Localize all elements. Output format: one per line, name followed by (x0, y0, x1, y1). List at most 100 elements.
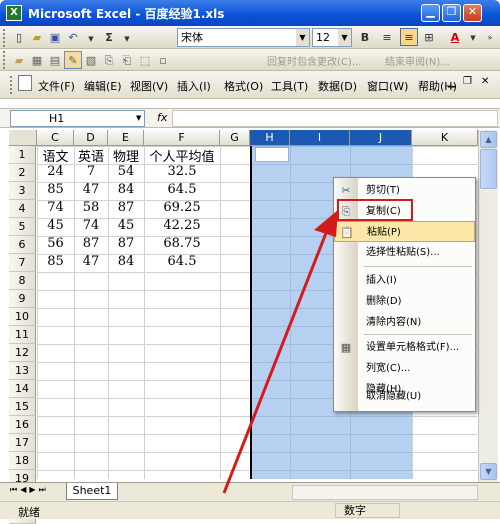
review-icon[interactable]: ✎ (64, 51, 82, 69)
row-header[interactable]: 7 (9, 254, 36, 272)
table-cell[interactable]: 87 (74, 236, 108, 254)
table-cell[interactable]: 个人平均值 (144, 146, 220, 165)
formula-input[interactable] (172, 110, 498, 127)
table-cell[interactable]: 58 (74, 200, 108, 218)
menu-data[interactable]: 数据(D) (318, 78, 357, 94)
chevron-down-icon[interactable]: ▼ (296, 29, 309, 46)
row-header[interactable]: 6 (9, 236, 36, 254)
context-delete[interactable]: 删除(D) (334, 291, 475, 312)
context-paste-special[interactable]: 选择性粘贴(S)... (334, 242, 475, 263)
new-document-icon[interactable]: ▯ (10, 29, 28, 47)
row-header[interactable]: 4 (9, 200, 36, 218)
menu-grip[interactable] (10, 76, 14, 94)
context-clear-contents[interactable]: 清除内容(N) (334, 312, 475, 333)
select-all-corner[interactable] (9, 130, 37, 146)
align-left-icon[interactable]: ≡ (378, 29, 396, 47)
row-header[interactable]: 17 (9, 434, 36, 452)
table-cell[interactable]: 85 (37, 254, 74, 272)
row-header[interactable]: 9 (9, 290, 36, 308)
row-header[interactable]: 12 (9, 344, 36, 362)
workbook-icon[interactable] (18, 75, 32, 91)
table-cell[interactable]: 68.75 (144, 236, 220, 254)
end-review-button[interactable]: 结束审阅(N)... (385, 53, 450, 68)
toolbar-grip[interactable] (3, 51, 7, 69)
column-header-d[interactable]: D (74, 130, 108, 146)
table-cell[interactable]: 7 (74, 164, 108, 182)
active-cell-h1[interactable] (255, 147, 289, 162)
row-header[interactable]: 8 (9, 272, 36, 290)
save-icon[interactable]: ▣ (46, 29, 64, 47)
review-icon[interactable]: ▤ (46, 52, 64, 70)
table-cell[interactable]: 84 (108, 254, 144, 272)
table-cell[interactable]: 64.5 (144, 182, 220, 200)
row-header[interactable]: 18 (9, 452, 36, 470)
table-cell[interactable]: 85 (37, 182, 74, 200)
table-cell[interactable]: 47 (74, 182, 108, 200)
restore-button[interactable]: ❐ (442, 4, 461, 22)
chevron-down-icon[interactable]: ▼ (338, 29, 351, 46)
scroll-down-arrow-icon[interactable]: ▼ (480, 463, 497, 480)
table-cell[interactable]: 物理 (108, 146, 144, 165)
workbook-minimize-icon[interactable]: ▁ (448, 77, 456, 88)
menu-window[interactable]: 窗口(W) (367, 78, 408, 94)
autosum-icon[interactable]: Σ (100, 29, 118, 47)
sheet-tab-sheet1[interactable]: Sheet1 (66, 483, 118, 500)
dropdown-arrow-icon[interactable]: ▼ (82, 30, 100, 48)
table-cell[interactable]: 74 (74, 218, 108, 236)
table-cell[interactable]: 24 (37, 164, 74, 182)
row-header[interactable]: 2 (9, 164, 36, 182)
menu-edit[interactable]: 编辑(E) (84, 78, 122, 94)
table-cell[interactable]: 64.5 (144, 254, 220, 272)
table-cell[interactable]: 87 (108, 236, 144, 254)
excel-app-icon[interactable]: X (6, 5, 22, 21)
table-cell[interactable]: 47 (74, 254, 108, 272)
table-cell[interactable]: 32.5 (144, 164, 220, 182)
table-cell[interactable]: 56 (37, 236, 74, 254)
table-cell[interactable]: 语文 (37, 146, 74, 165)
toolbar-options-icon[interactable]: » (481, 29, 499, 47)
column-header-j[interactable]: J (350, 130, 412, 146)
row-header[interactable]: 3 (9, 182, 36, 200)
review-icon[interactable]: ▧ (82, 52, 100, 70)
sheet-nav-arrows-icon[interactable]: ⏮◀▶⏭ (10, 485, 49, 495)
context-cut[interactable]: ✂ 剪切(T) (334, 180, 475, 201)
table-cell[interactable]: 42.25 (144, 218, 220, 236)
dropdown-arrow-icon[interactable]: ▼ (464, 29, 482, 47)
fx-icon[interactable]: fx (157, 111, 167, 124)
context-unhide[interactable]: 取消隐藏(U) (334, 391, 475, 403)
review-icon[interactable]: ⎗ (118, 52, 136, 70)
horizontal-scrollbar[interactable] (292, 485, 478, 500)
table-cell[interactable]: 74 (37, 200, 74, 218)
workbook-close-icon[interactable]: ✕ (481, 76, 489, 87)
dropdown-arrow-icon[interactable]: ▼ (118, 30, 136, 48)
row-header[interactable]: 1 (9, 146, 36, 164)
workbook-restore-icon[interactable]: ❐ (463, 76, 472, 87)
chevron-down-icon[interactable]: ▼ (136, 114, 141, 122)
context-column-width[interactable]: 列宽(C)... (334, 358, 475, 379)
minimize-button[interactable]: ▁ (421, 4, 440, 22)
open-folder-icon[interactable]: ▰ (28, 29, 46, 47)
merge-center-icon[interactable]: ⊞ (420, 29, 438, 47)
reply-with-changes-button[interactable]: 回复时包含更改(C)... (267, 53, 361, 68)
scroll-up-arrow-icon[interactable]: ▲ (480, 131, 497, 148)
context-format-cells[interactable]: ▦ 设置单元格格式(F)... (334, 337, 475, 358)
vertical-scrollbar[interactable]: ▲ ▼ (478, 130, 498, 482)
review-icon[interactable]: ▫ (154, 52, 172, 70)
menu-view[interactable]: 视图(V) (130, 78, 168, 94)
table-cell[interactable]: 69.25 (144, 200, 220, 218)
row-header[interactable]: 14 (9, 380, 36, 398)
column-header-e[interactable]: E (108, 130, 144, 146)
column-header-h[interactable]: H (250, 130, 290, 146)
toolbar-grip[interactable] (3, 29, 7, 47)
review-icon[interactable]: ⎘ (100, 52, 118, 70)
menu-insert[interactable]: 插入(I) (177, 78, 211, 94)
bold-button[interactable]: B (356, 29, 374, 47)
font-name-dropdown[interactable]: 宋体 ▼ (177, 28, 310, 47)
table-cell[interactable]: 84 (108, 182, 144, 200)
font-size-dropdown[interactable]: 12 ▼ (312, 28, 352, 47)
menu-file[interactable]: 文件(F) (38, 78, 75, 94)
column-header-g[interactable]: G (220, 130, 250, 146)
align-center-icon[interactable]: ≡ (400, 28, 418, 46)
row-header[interactable]: 13 (9, 362, 36, 380)
row-header[interactable]: 11 (9, 326, 36, 344)
